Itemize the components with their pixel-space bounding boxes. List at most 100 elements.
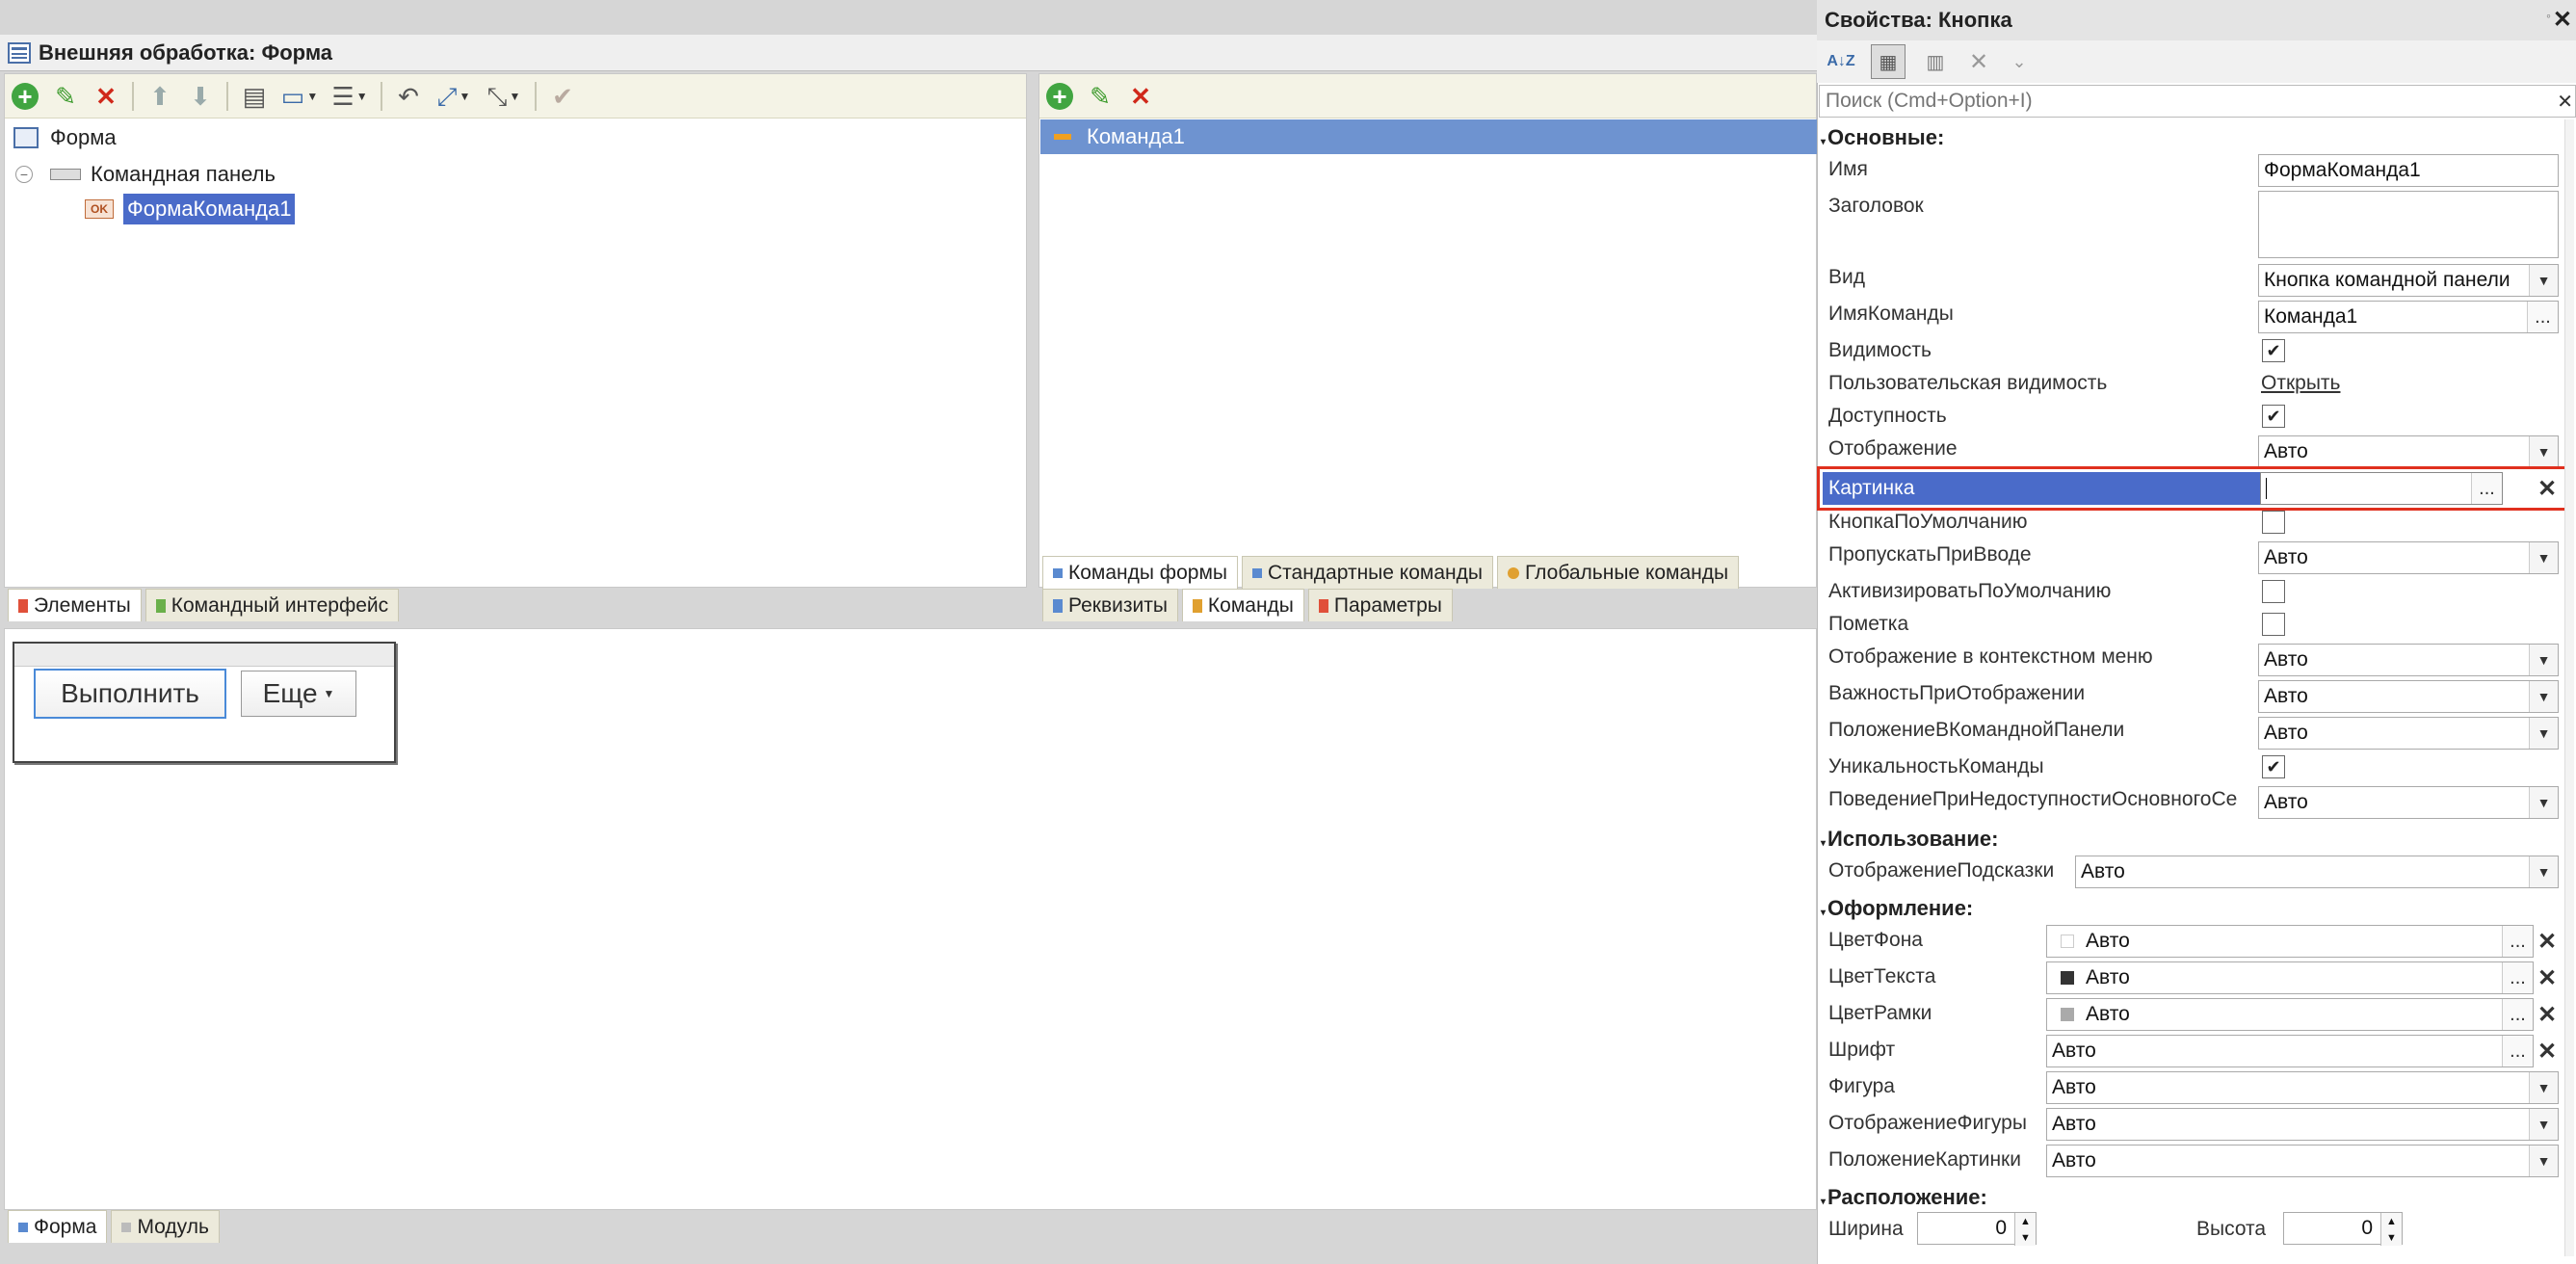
search-input[interactable] [1826, 90, 2538, 113]
command-row-selected[interactable]: Команда1 [1040, 119, 1817, 154]
cmd-unique-checkbox[interactable]: ✔ [2262, 755, 2285, 778]
cmd-panel-pos-select[interactable]: Авто ▼ [2258, 717, 2559, 750]
tab-global-commands[interactable]: Глобальные команды [1496, 556, 1740, 589]
width-spinner[interactable]: 0 ▲ ▼ [1917, 1212, 2037, 1246]
close-icon[interactable]: ✕ [2557, 90, 2573, 114]
categories-icon[interactable]: ▦ [1871, 44, 1906, 79]
pin-icon[interactable]: ◦ [2546, 8, 2551, 23]
ellipsis-icon[interactable]: ... [2502, 1036, 2533, 1066]
chevron-down-icon[interactable]: ▼ [2529, 1072, 2558, 1103]
section-main[interactable]: ▾Основные: [1821, 125, 1944, 150]
properties-scrollbar[interactable] [2564, 119, 2574, 1256]
font-field[interactable]: Авто... [2046, 1035, 2534, 1067]
expand-button[interactable]: ⤡ ▼ [483, 80, 525, 113]
filter-icon[interactable]: ▥ [1919, 45, 1952, 78]
picture-row-selected[interactable]: Картинка [1823, 472, 2260, 505]
section-usage[interactable]: ▾Использование: [1821, 827, 1998, 852]
chevron-down-icon[interactable]: ▼ [2529, 1109, 2558, 1140]
move-down-button[interactable]: ⬇ [184, 80, 217, 113]
bg-color-field[interactable]: Авто... [2046, 925, 2534, 958]
name-field[interactable]: ФормаКоманда1 [2258, 154, 2559, 187]
ellipsis-icon[interactable]: ... [2502, 962, 2533, 993]
mark-checkbox[interactable] [2262, 613, 2285, 636]
delete-button[interactable]: ✕ [90, 80, 122, 113]
tab-form-commands[interactable]: Команды формы [1042, 556, 1238, 589]
collapse-icon[interactable]: − [15, 166, 33, 183]
display-select[interactable]: Авто ▼ [2258, 435, 2559, 468]
chevron-down-icon[interactable]: ⌄ [2006, 52, 2033, 72]
chevron-down-icon[interactable]: ▼ [2529, 645, 2558, 675]
border-color-field[interactable]: Авто... [2046, 998, 2534, 1031]
chevron-down-icon[interactable]: ▼ [2529, 681, 2558, 712]
default-button-checkbox[interactable] [2262, 511, 2285, 534]
search-field[interactable]: ✕ [1819, 85, 2576, 118]
tab-standard-commands[interactable]: Стандартные команды [1241, 556, 1493, 589]
chevron-down-icon[interactable]: ▼ [2529, 436, 2558, 467]
enabled-checkbox[interactable]: ✔ [2262, 405, 2285, 428]
move-up-button[interactable]: ⬆ [144, 80, 176, 113]
chevron-down-icon[interactable]: ▼ [2529, 265, 2558, 296]
tab-parameters[interactable]: Параметры [1307, 589, 1453, 621]
picture-pos-select[interactable]: Авто ▼ [2046, 1145, 2559, 1177]
kind-select[interactable]: Кнопка командной панели ▼ [2258, 264, 2559, 297]
delete-command-button[interactable]: ✕ [1124, 80, 1157, 113]
height-spinner[interactable]: 0 ▲ ▼ [2283, 1212, 2403, 1246]
behavior-select[interactable]: Авто ▼ [2258, 786, 2559, 819]
clear-text-color-button[interactable]: ✕ [2534, 961, 2561, 994]
layout-button[interactable]: ☰ ▼ [329, 80, 371, 113]
user-visible-link[interactable]: Открыть [2261, 372, 2340, 395]
activate-default-checkbox[interactable] [2262, 580, 2285, 603]
add-command-button[interactable]: + [1043, 80, 1076, 113]
clear-font-button[interactable]: ✕ [2534, 1035, 2561, 1067]
add-field-button[interactable]: ▤ [238, 80, 271, 113]
edit-command-button[interactable]: ✎ [1084, 80, 1117, 113]
tab-command-interface[interactable]: Командный интерфейс [145, 589, 400, 621]
tab-commands[interactable]: Команды [1181, 589, 1304, 621]
add-group-button[interactable]: ▭ ▼ [278, 80, 321, 113]
ellipsis-icon[interactable]: ... [2527, 302, 2558, 332]
tooltip-select[interactable]: Авто ▼ [2075, 856, 2559, 888]
chevron-down-icon[interactable]: ▼ [2529, 718, 2558, 749]
tree-item-form[interactable]: Форма [13, 123, 117, 152]
command-name-field[interactable]: Команда1... [2258, 301, 2559, 333]
shape-select[interactable]: Авто ▼ [2046, 1071, 2559, 1104]
importance-select[interactable]: Авто ▼ [2258, 680, 2559, 713]
tab-attributes[interactable]: Реквизиты [1042, 589, 1178, 621]
skip-on-input-select[interactable]: Авто ▼ [2258, 541, 2559, 574]
shape-display-select[interactable]: Авто ▼ [2046, 1108, 2559, 1141]
undo-button[interactable]: ↶ [392, 80, 425, 113]
edit-button[interactable]: ✎ [49, 80, 82, 113]
tree-item-command-panel[interactable]: − Командная панель [15, 160, 276, 189]
sort-az-icon[interactable]: A↓Z [1825, 45, 1857, 78]
close-icon[interactable]: ✕ [2553, 6, 2572, 34]
section-layout[interactable]: ▾Расположение: [1821, 1185, 1987, 1210]
ellipsis-icon[interactable]: ... [2502, 926, 2533, 957]
visible-checkbox[interactable]: ✔ [2262, 339, 2285, 362]
check-button[interactable]: ✔ [546, 80, 579, 113]
chevron-down-icon[interactable]: ▼ [2529, 856, 2558, 887]
more-button[interactable]: Еще ▼ [241, 671, 356, 717]
tab-elements[interactable]: Элементы [8, 589, 142, 621]
clear-border-color-button[interactable]: ✕ [2534, 998, 2561, 1031]
context-menu-select[interactable]: Авто ▼ [2258, 644, 2559, 676]
clear-icon[interactable]: ✕ [1965, 48, 1992, 76]
chevron-down-icon[interactable]: ▼ [2529, 542, 2558, 573]
text-color-field[interactable]: Авто... [2046, 961, 2534, 994]
add-button[interactable]: + [9, 80, 41, 113]
spinner-arrows-icon[interactable]: ▲ ▼ [2014, 1213, 2036, 1246]
section-design[interactable]: ▾Оформление: [1821, 896, 1973, 921]
tab-form[interactable]: Форма [8, 1210, 108, 1243]
picture-field[interactable]: ... [2260, 472, 2503, 505]
tree-item-button[interactable]: OK ФормаКоманда1 [85, 193, 296, 225]
clear-picture-button[interactable]: ✕ [2534, 472, 2561, 505]
ellipsis-icon[interactable]: ... [2502, 999, 2533, 1030]
chevron-down-icon[interactable]: ▼ [2529, 787, 2558, 818]
execute-button[interactable]: Выполнить [34, 669, 226, 719]
ellipsis-icon[interactable]: ... [2471, 473, 2502, 504]
chevron-down-icon[interactable]: ▼ [2529, 1146, 2558, 1176]
clear-bg-color-button[interactable]: ✕ [2534, 925, 2561, 958]
tab-module[interactable]: Модуль [111, 1210, 220, 1243]
preview-button[interactable]: ⤢ ▼ [433, 80, 475, 113]
spinner-arrows-icon[interactable]: ▲ ▼ [2380, 1213, 2402, 1246]
header-field[interactable] [2258, 191, 2559, 258]
